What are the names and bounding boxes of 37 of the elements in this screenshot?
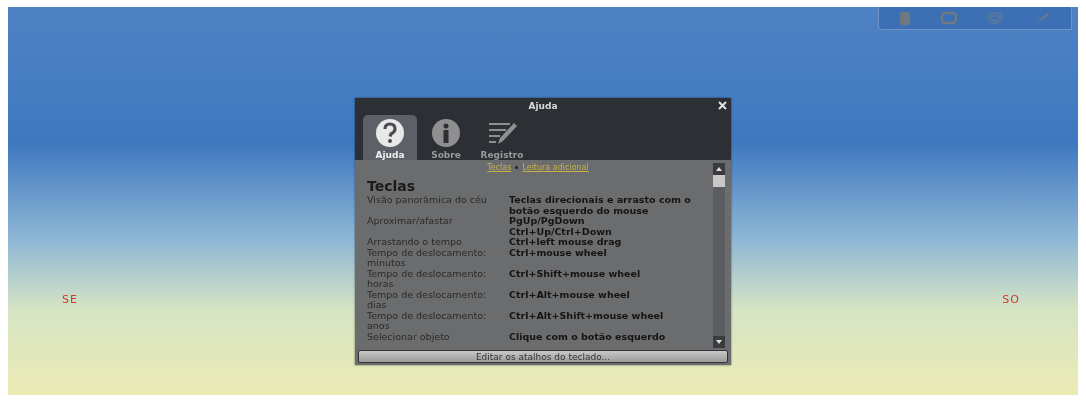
shortcut-text: Ctrl+Shift+mouse wheel bbox=[509, 268, 642, 281]
shortcut-text: Ctrl+mouse wheel bbox=[509, 247, 607, 260]
cylinder-icon[interactable] bbox=[899, 10, 912, 26]
action-label: Tempo de deslocamento: dias bbox=[367, 289, 488, 311]
action-label: Tempo de deslocamento: horas bbox=[367, 268, 488, 290]
close-icon[interactable] bbox=[718, 101, 727, 110]
shortcut-text: Ctrl+left mouse drag bbox=[509, 237, 623, 248]
scrollbar[interactable] bbox=[713, 163, 725, 348]
edit-shortcuts-button[interactable]: Editar os atalhos do teclado... bbox=[358, 350, 728, 363]
shortcut-text: PgUp/PgDown Ctrl+Up/Ctrl+Down bbox=[509, 216, 613, 237]
section-heading: Teclas bbox=[367, 178, 417, 194]
compass-label: SE bbox=[62, 293, 78, 306]
scroll-down-icon[interactable] bbox=[713, 336, 725, 348]
shortcut-text: Ctrl+Alt+mouse wheel bbox=[509, 289, 631, 302]
rounded-rectangle-icon[interactable] bbox=[939, 11, 958, 25]
action-label: Arrastando o tempo bbox=[367, 237, 463, 248]
scroll-thumb[interactable] bbox=[713, 175, 725, 187]
scroll-up-icon[interactable] bbox=[713, 163, 725, 175]
action-label: Visão panorâmica do céu bbox=[367, 195, 488, 207]
dialog-title: Ajuda bbox=[528, 100, 558, 111]
section-link[interactable]: Teclas bbox=[487, 163, 512, 172]
info-icon bbox=[431, 118, 461, 148]
compass-label: SO bbox=[1002, 293, 1020, 306]
question-mark-icon bbox=[375, 118, 405, 148]
bullet-icon bbox=[515, 166, 519, 169]
shortcut-text: Teclas direcionais e arrasto com o botão esquerdo do mouse bbox=[509, 195, 692, 216]
shortcut-text: Ctrl+Alt+Shift+mouse wheel bbox=[509, 310, 665, 323]
dialog-tab[interactable]: Sobre bbox=[419, 115, 473, 160]
action-label: Tempo de deslocamento: minutos bbox=[367, 247, 488, 269]
dialog-tab[interactable]: Registro bbox=[475, 115, 529, 160]
shortcut-text: Clique com o botão esquerdo bbox=[509, 331, 667, 342]
dialog-tab[interactable]: Ajuda bbox=[363, 115, 417, 160]
section-link[interactable]: Leitura adicional bbox=[522, 163, 589, 172]
action-label: Aproximar/afastar bbox=[367, 216, 454, 228]
action-label: Selecionar objeto bbox=[367, 331, 451, 342]
rings-icon[interactable] bbox=[986, 11, 1005, 25]
action-label: Tempo de deslocamento: anos bbox=[367, 310, 488, 332]
